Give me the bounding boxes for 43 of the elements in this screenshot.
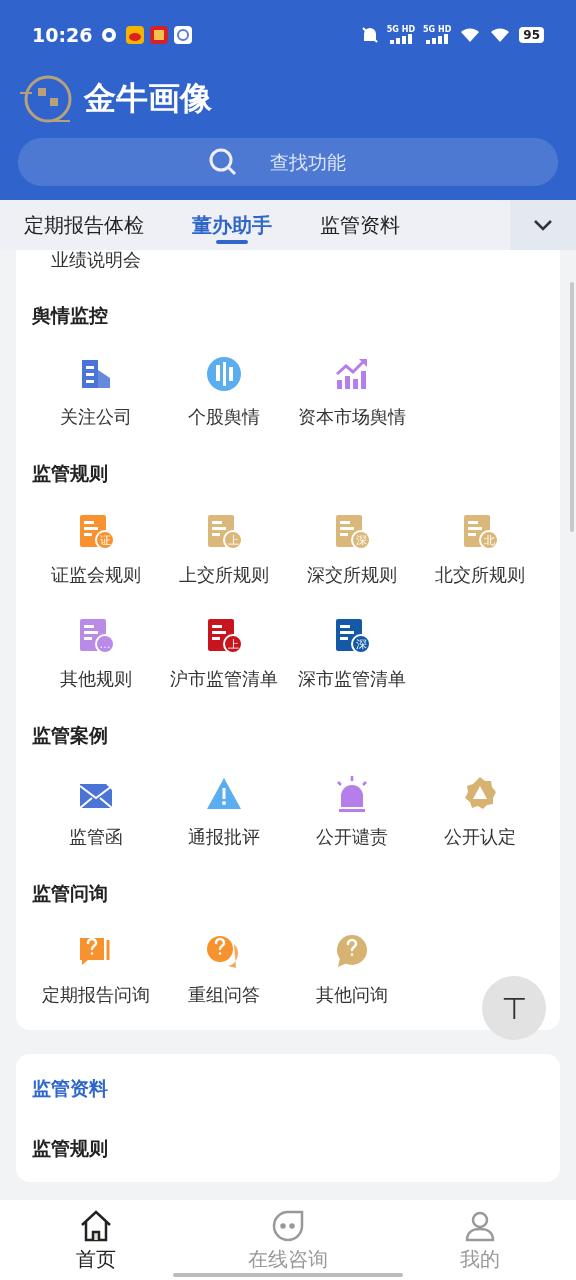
app-title: 金牛画像: [84, 78, 212, 119]
section-title: 舆情监控: [32, 303, 109, 328]
status-time: 10:26: [32, 24, 93, 46]
battery-level: 95: [519, 27, 544, 43]
section-title: 监管问询: [32, 881, 109, 906]
menu-item-label[interactable]: 其他问询: [316, 980, 388, 1010]
signal-icon: [389, 34, 412, 44]
menu-item-label[interactable]: 其他规则: [60, 664, 132, 694]
menu-item-label[interactable]: 深交所规则: [307, 560, 397, 590]
expand-tabs-button[interactable]: [510, 200, 576, 250]
menu-item-label[interactable]: 沪市监管清单: [170, 664, 278, 694]
menu-item-label[interactable]: 个股舆情: [188, 402, 260, 432]
wifi-icon: [489, 26, 512, 44]
signal-label: 5G HD: [423, 26, 452, 44]
signal-label: 5G HD: [386, 26, 416, 44]
menu-item-label[interactable]: 重组问答: [188, 980, 260, 1010]
chevron-down-icon: [533, 219, 553, 231]
menu-item-label[interactable]: 定期报告问询: [42, 980, 150, 1010]
section-title: 监管案例: [32, 723, 109, 748]
category-tab[interactable]: 监管资料: [296, 200, 424, 250]
menu-item-label[interactable]: 监管函: [69, 822, 123, 852]
menu-item-label[interactable]: 公开谴责: [316, 822, 388, 852]
menu-item-label[interactable]: 证监会规则: [51, 560, 141, 590]
menu-item-label[interactable]: 上交所规则: [179, 560, 269, 590]
menu-item-label[interactable]: 公开认定: [444, 822, 516, 852]
signal-icon: [426, 34, 449, 44]
bell-off-icon: [360, 26, 379, 44]
category-tab[interactable]: 定期报告体检: [0, 200, 168, 250]
app-icons-drawing: [126, 24, 193, 46]
wifi-icon: [459, 26, 482, 44]
search-icon: [208, 147, 238, 177]
section-title: 监管规则: [32, 461, 109, 486]
menu-item-label[interactable]: 通报批评: [188, 822, 260, 852]
menu-item-label[interactable]: 资本市场舆情: [298, 402, 406, 432]
menu-item-label[interactable]: 业绩说明会: [32, 250, 160, 272]
card-title: 监管资料: [32, 1076, 109, 1101]
menu-item-label[interactable]: 深市监管清单: [298, 664, 406, 694]
nav-label[interactable]: 首页: [76, 1245, 116, 1273]
category-tab[interactable]: 董办助手: [168, 200, 296, 250]
section-title: 监管规则: [32, 1136, 109, 1161]
menu-item-label[interactable]: 关注公司: [60, 402, 132, 432]
menu-item-label[interactable]: 北交所规则: [435, 560, 525, 590]
candlestick-icon: [204, 354, 244, 394]
